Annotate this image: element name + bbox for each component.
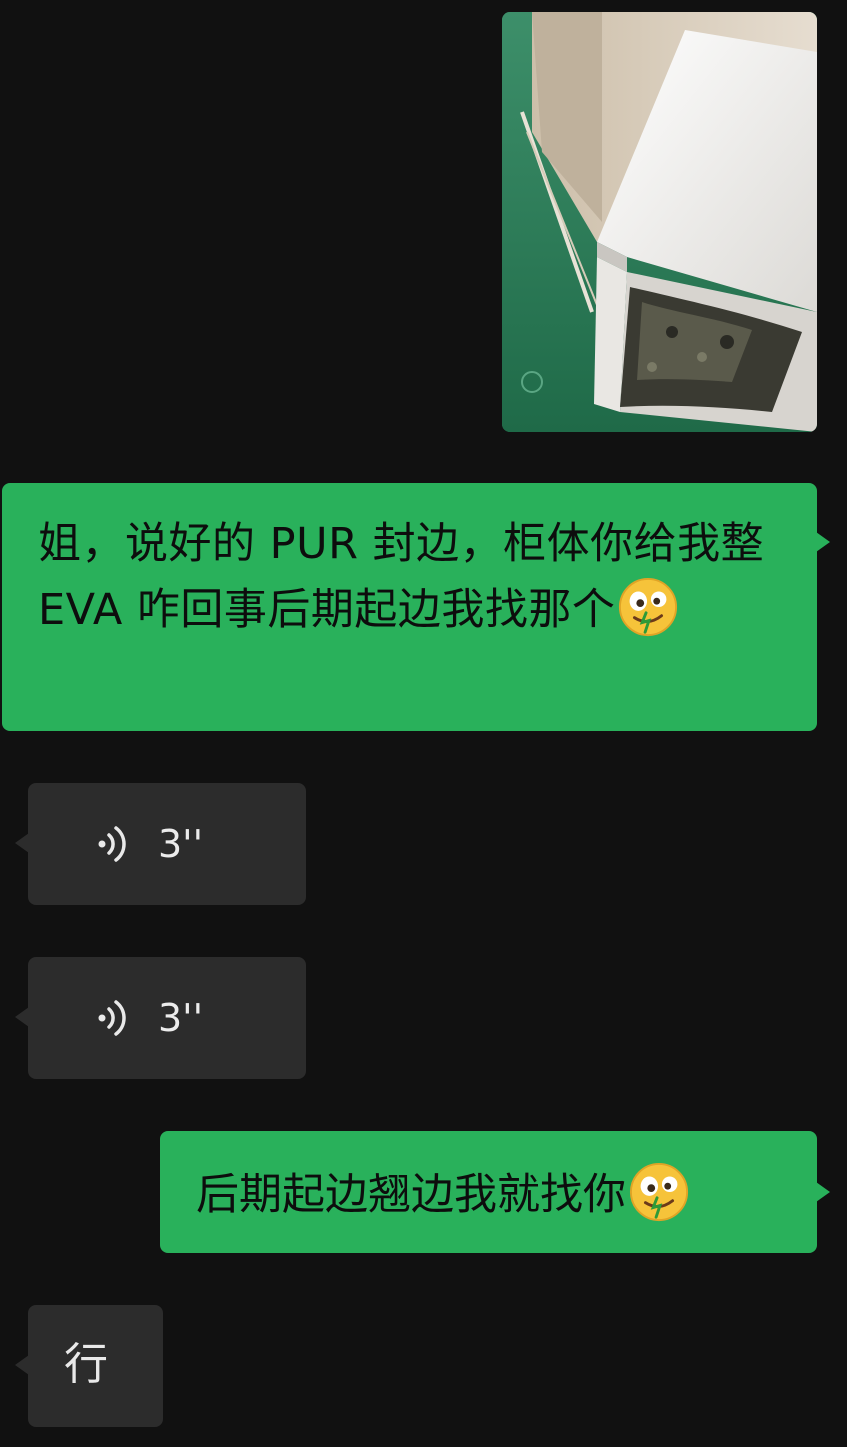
- voice-duration: 3'': [158, 822, 204, 866]
- message-text: 行: [64, 1339, 108, 1390]
- voice-wave-icon: [98, 1000, 126, 1036]
- message-text: 后期起边翘边我就找你: [196, 1170, 626, 1220]
- voice-message[interactable]: 3'': [15, 783, 306, 905]
- chat-thread[interactable]: 姐，说好的 PUR 封边，柜体你给我整 EVA 咋回事后期起边我找那个 3'' …: [0, 0, 847, 1447]
- zany-face-emoji-icon: [629, 1162, 689, 1222]
- cabinet-photo: [502, 12, 817, 432]
- outgoing-message[interactable]: 后期起边翘边我就找你: [160, 1131, 830, 1253]
- photo-message[interactable]: [502, 12, 817, 432]
- incoming-message[interactable]: 行: [15, 1305, 163, 1427]
- zany-face-emoji-icon: [619, 577, 678, 637]
- voice-wave-icon: [98, 826, 126, 862]
- voice-message[interactable]: 3'': [15, 957, 306, 1079]
- voice-duration: 3'': [158, 996, 204, 1040]
- outgoing-message[interactable]: 姐，说好的 PUR 封边，柜体你给我整 EVA 咋回事后期起边我找那个: [2, 483, 830, 731]
